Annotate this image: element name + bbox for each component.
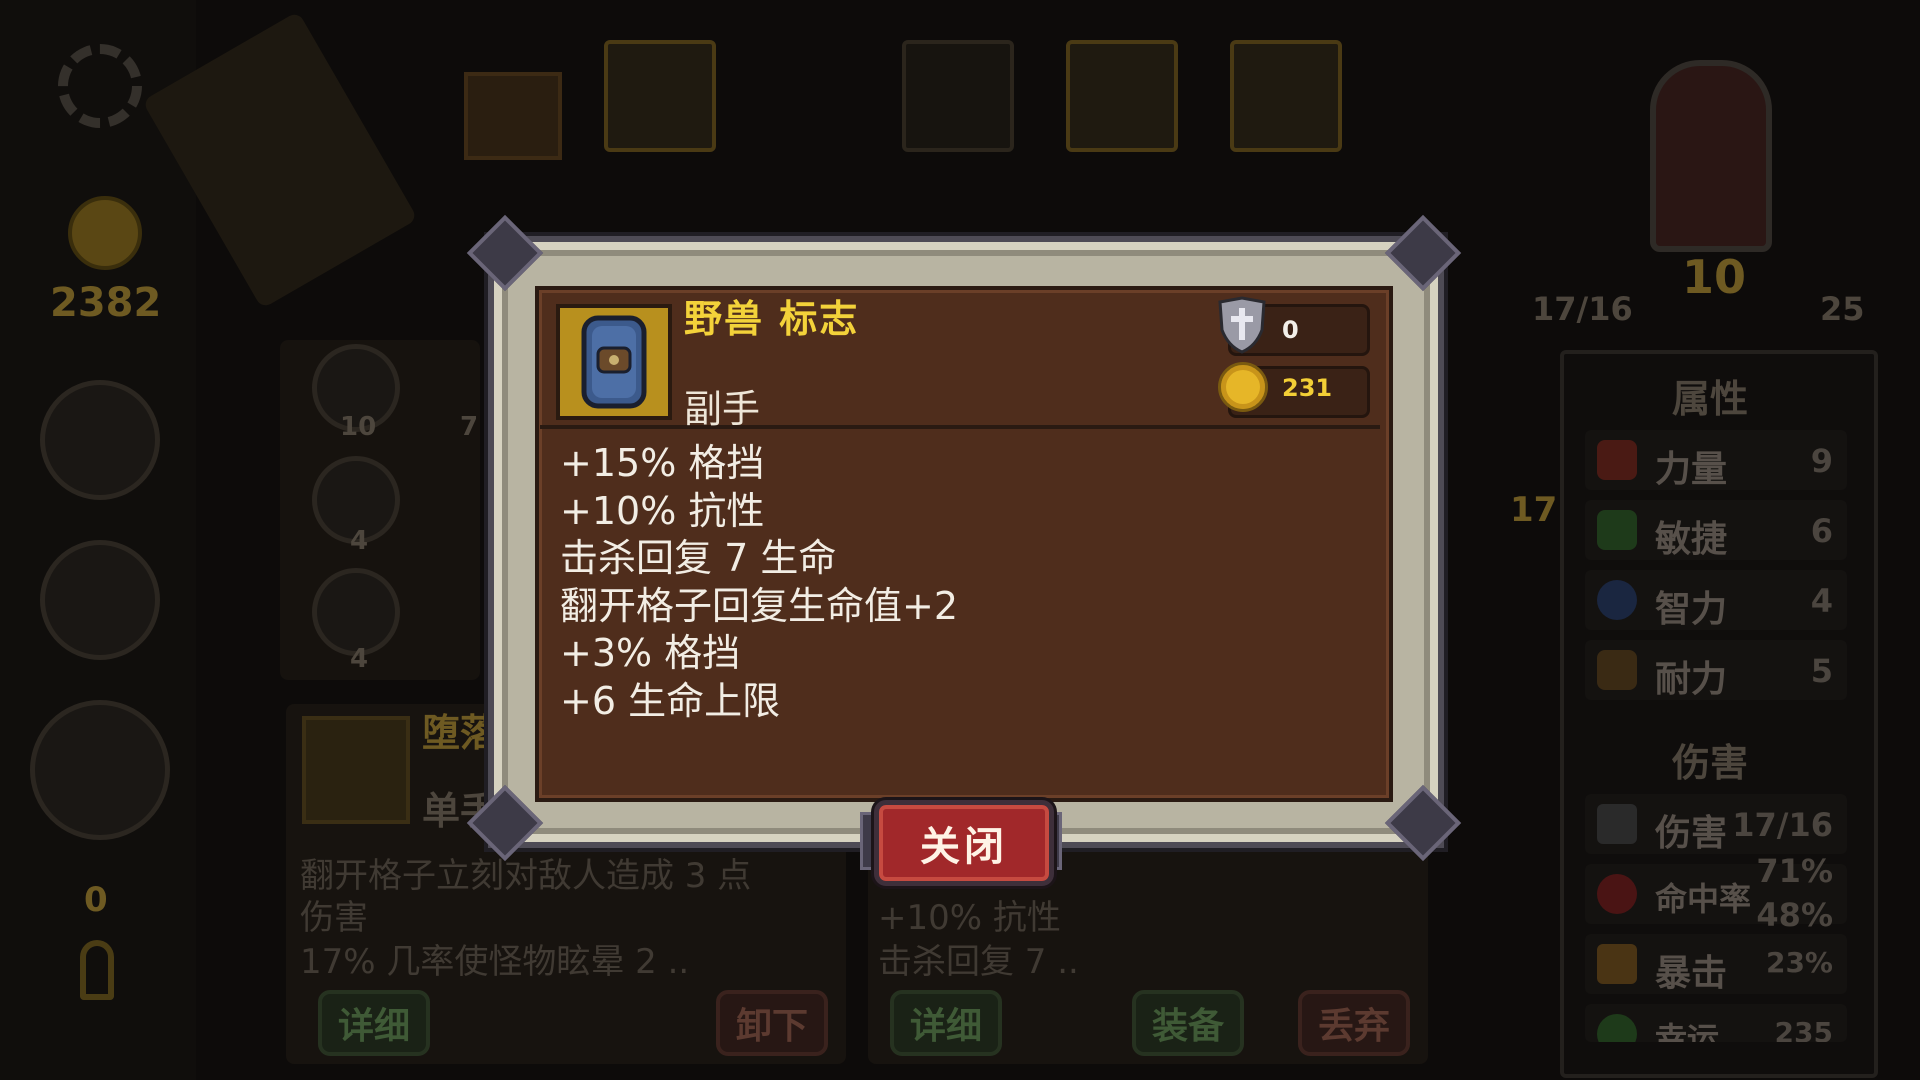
target-icon	[1597, 874, 1637, 914]
arm-icon	[1597, 650, 1637, 690]
skill-count: 4	[350, 526, 369, 556]
armor-shield-icon	[1216, 296, 1268, 358]
equip-tab-icon[interactable]	[464, 72, 562, 160]
item-stat: +10% 抗性	[560, 488, 765, 533]
item-stat: +15% 格挡	[560, 441, 765, 485]
armor-value: 0	[1282, 316, 1299, 344]
damage-row: 伤害 17/16	[1585, 794, 1847, 854]
item-type: 副手	[684, 387, 761, 431]
sword-icon	[1597, 804, 1637, 844]
attr-row-strength: 力量 9	[1585, 430, 1847, 490]
clover-icon	[1597, 1014, 1637, 1042]
agility-icon	[1597, 510, 1637, 550]
item-name: 野兽 标志	[684, 297, 860, 341]
skill-rune-3[interactable]	[312, 568, 400, 656]
inventory-desc-line: +10% 抗性	[878, 898, 1061, 938]
equipped-desc-line: 伤害	[300, 898, 368, 938]
item-stat: +3% 格挡	[560, 631, 741, 675]
detail-button[interactable]: 详细	[318, 990, 430, 1056]
skill-count: 10	[340, 412, 377, 442]
attr-row-intellect: 智力 4	[1585, 570, 1847, 630]
item-price: 231	[1282, 374, 1333, 402]
attr-row-stamina: 耐力 5	[1585, 640, 1847, 700]
item-stat: +6 生命上限	[560, 678, 781, 723]
skill-count: 7	[460, 412, 479, 442]
burst-icon	[1597, 944, 1637, 984]
item-stat: 翻开格子回复生命值+2	[560, 583, 959, 628]
weapon-slot[interactable]	[30, 700, 170, 840]
luck-row: 幸运 235	[1585, 1004, 1847, 1042]
equip-button[interactable]: 装备	[1132, 990, 1244, 1056]
close-button[interactable]: 关闭	[874, 800, 1054, 886]
gear-icon[interactable]	[58, 44, 142, 128]
gold-coin-icon	[1218, 362, 1268, 412]
gold-coin-icon	[68, 196, 142, 270]
mana-readout: 25	[1820, 290, 1865, 328]
attr-row-agility: 敏捷 6	[1585, 500, 1847, 560]
item-stats-list: +15% 格挡 +10% 抗性 击杀回复 7 生命 翻开格子回复生命值+2 +3…	[560, 440, 958, 725]
discard-button[interactable]: 丢弃	[1298, 990, 1410, 1056]
detail-button[interactable]: 详细	[890, 990, 1002, 1056]
key-icon	[80, 940, 114, 1000]
equipped-desc-line: 17% 几率使怪物眩晕 2 ..	[300, 942, 690, 982]
shield-item-icon	[556, 304, 672, 420]
potion-slot[interactable]	[40, 380, 160, 500]
item-stat: 击杀回复 7 生命	[560, 536, 837, 580]
mace-icon	[302, 716, 410, 824]
hp-readout: 17/16	[1532, 290, 1633, 328]
unequip-button[interactable]: 卸下	[716, 990, 828, 1056]
chest-equip-slot[interactable]	[1066, 40, 1178, 152]
helmet-equip-slot[interactable]	[902, 40, 1014, 152]
hit-rate-row: 命中率 71% 48%	[1585, 852, 1847, 934]
side-counter: 17	[1510, 490, 1558, 530]
gold-count: 2382	[50, 280, 162, 326]
inventory-desc-line: 击杀回复 7 ..	[878, 942, 1079, 982]
ring-equip-slot[interactable]	[1230, 40, 1342, 152]
level-badge: 10	[1682, 250, 1747, 304]
key-count: 0	[84, 880, 108, 920]
header-divider	[540, 425, 1380, 429]
damage-header: 伤害	[1672, 741, 1749, 785]
eye-icon	[1597, 580, 1637, 620]
skill-count: 4	[350, 644, 369, 674]
character-portrait	[1650, 60, 1772, 252]
equipped-item-title: 堕落	[422, 711, 499, 755]
weapon-equip-slot[interactable]	[604, 40, 716, 152]
attributes-header: 属性	[1672, 377, 1749, 421]
crit-row: 暴击 23%	[1585, 934, 1847, 994]
fist-icon	[1597, 440, 1637, 480]
armor-slot[interactable]	[40, 540, 160, 660]
